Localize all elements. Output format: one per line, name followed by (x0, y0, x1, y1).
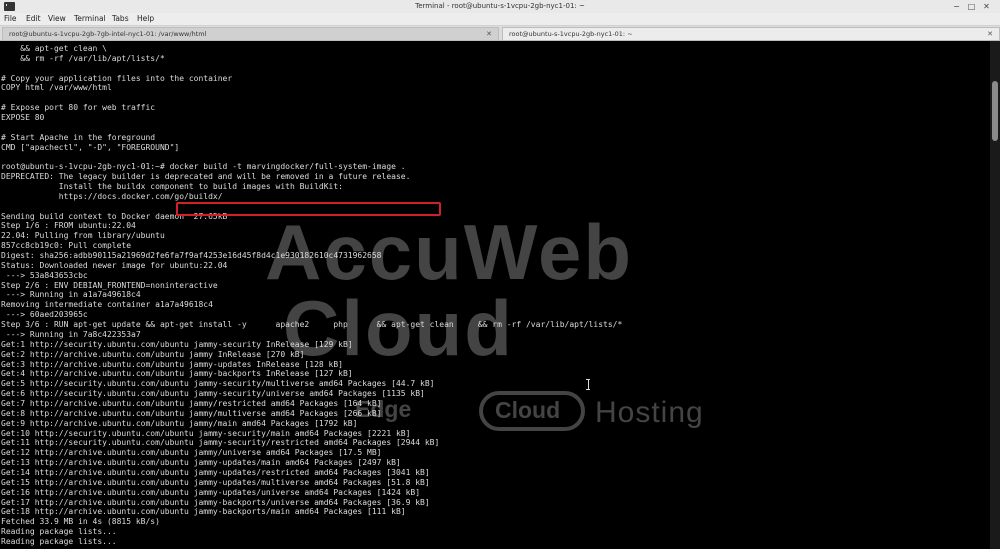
terminal-line: Get:12 http://archive.ubuntu.com/ubuntu … (1, 448, 382, 458)
title-bar: Terminal - root@ubuntu-s-1vcpu-2gb-nyc1-… (0, 0, 1000, 14)
terminal-line: ---> Running in 7a8c422353a7 (1, 329, 141, 339)
terminal-line: Step 2/6 : ENV DEBIAN_FRONTEND=nonintera… (1, 280, 218, 290)
terminal-line: Get:1 http://security.ubuntu.com/ubuntu … (1, 339, 353, 349)
terminal-line: Get:8 http://archive.ubuntu.com/ubuntu j… (1, 408, 382, 418)
maximize-icon[interactable]: □ (966, 1, 977, 12)
terminal-line: Get:18 http://archive.ubuntu.com/ubuntu … (1, 507, 406, 517)
terminal-line: Fetched 33.9 MB in 4s (8815 kB/s) (1, 517, 160, 527)
menu-view[interactable]: View (48, 13, 66, 25)
terminal-line: https://docs.docker.com/go/buildx/ (1, 191, 223, 201)
terminal-line: Digest: sha256:adbb90115a21969d2fe6fa7f9… (1, 251, 382, 261)
tab-bar: root@ubuntu-s-1vcpu-2gb-7gb-intel-nyc1-0… (0, 26, 1000, 41)
menu-edit[interactable]: Edit (26, 13, 41, 25)
terminal-line: # Expose port 80 for web traffic (1, 103, 156, 113)
terminal-line: root@ubuntu-s-1vcpu-2gb-nyc1-01:~# docke… (1, 162, 406, 172)
terminal-line: Get:13 http://archive.ubuntu.com/ubuntu … (1, 458, 401, 468)
terminal-line: Get:14 http://archive.ubuntu.com/ubuntu … (1, 467, 430, 477)
terminal-line: DEPRECATED: The legacy builder is deprec… (1, 172, 411, 182)
terminal-line: Install the buildx component to build im… (1, 182, 343, 192)
menu-bar: File Edit View Terminal Tabs Help (0, 13, 1000, 26)
terminal-line: Get:4 http://archive.ubuntu.com/ubuntu j… (1, 369, 353, 379)
tab-label: root@ubuntu-s-1vcpu-2gb-7gb-intel-nyc1-0… (9, 30, 207, 38)
scrollbar-thumb[interactable] (992, 81, 998, 141)
terminal-line: Get:15 http://archive.ubuntu.com/ubuntu … (1, 477, 430, 487)
menu-tabs[interactable]: Tabs (112, 13, 129, 25)
terminal-line: 22.04: Pulling from library/ubuntu (1, 231, 165, 241)
minimize-icon[interactable]: − (951, 1, 962, 12)
tab-label: root@ubuntu-s-1vcpu-2gb-nyc1-01: ~ (509, 30, 633, 38)
menu-terminal[interactable]: Terminal (74, 13, 106, 25)
terminal-line: ---> 53a843653cbc (1, 270, 88, 280)
terminal-line: Step 1/6 : FROM ubuntu:22.04 (1, 221, 136, 231)
terminal-line: EXPOSE 80 (1, 113, 45, 123)
text-cursor-icon (586, 379, 590, 390)
terminal-line: Get:9 http://archive.ubuntu.com/ubuntu j… (1, 418, 358, 428)
terminal-line: Get:5 http://security.ubuntu.com/ubuntu … (1, 379, 435, 389)
terminal-line: Get:17 http://archive.ubuntu.com/ubuntu … (1, 497, 430, 507)
terminal-lines: && apt-get clean \ && rm -rf /var/lib/ap… (1, 44, 622, 547)
terminal-line: Get:3 http://archive.ubuntu.com/ubuntu j… (1, 359, 343, 369)
terminal-line: COPY html /var/www/html (1, 83, 112, 93)
terminal-line: Get:7 http://archive.ubuntu.com/ubuntu j… (1, 398, 382, 408)
terminal-line: Status: Downloaded newer image for ubunt… (1, 260, 228, 270)
terminal-line: ---> 60aed203965c (1, 310, 88, 320)
tab-close-icon[interactable]: ✕ (486, 28, 492, 40)
terminal-line: 857cc8cb19c0: Pull complete (1, 241, 132, 251)
terminal-output[interactable]: AccuWeb Cloud Edge Cloud Hosting && apt-… (0, 41, 990, 549)
docker-build-command-highlight (176, 202, 441, 216)
terminal-line: CMD ["apachectl", "-D", "FOREGROUND"] (1, 142, 180, 152)
terminal-line: && rm -rf /var/lib/apt/lists/* (1, 53, 165, 63)
terminal-line: ---> Running in a1a7a49618c4 (1, 290, 141, 300)
tab-var-www-html[interactable]: root@ubuntu-s-1vcpu-2gb-7gb-intel-nyc1-0… (2, 27, 499, 40)
menu-help[interactable]: Help (137, 13, 154, 25)
terminal-scrollbar[interactable] (990, 41, 1000, 549)
terminal-line: Get:16 http://archive.ubuntu.com/ubuntu … (1, 487, 421, 497)
terminal-line: Get:6 http://security.ubuntu.com/ubuntu … (1, 389, 425, 399)
terminal-line: Step 3/6 : RUN apt-get update && apt-get… (1, 320, 623, 330)
terminal-line: Removing intermediate container a1a7a496… (1, 300, 213, 310)
terminal-line: Get:11 http://security.ubuntu.com/ubuntu… (1, 438, 440, 448)
terminal-line: # Copy your application files into the c… (1, 73, 233, 83)
terminal-line: # Start Apache in the foreground (1, 132, 156, 142)
tab-home[interactable]: root@ubuntu-s-1vcpu-2gb-nyc1-01: ~ ✕ (502, 27, 1000, 40)
window-title: Terminal - root@ubuntu-s-1vcpu-2gb-nyc1-… (415, 2, 585, 10)
terminal-line: Reading package lists... (1, 536, 117, 546)
terminal-line: Reading package lists... (1, 527, 117, 537)
tab-close-icon[interactable]: ✕ (987, 28, 993, 40)
close-icon[interactable]: ✕ (981, 1, 992, 12)
menu-file[interactable]: File (4, 13, 17, 25)
terminal-line: Get:2 http://archive.ubuntu.com/ubuntu j… (1, 349, 305, 359)
terminal-line: Get:10 http://security.ubuntu.com/ubuntu… (1, 428, 411, 438)
terminal-line: && apt-get clean \ (1, 44, 107, 53)
